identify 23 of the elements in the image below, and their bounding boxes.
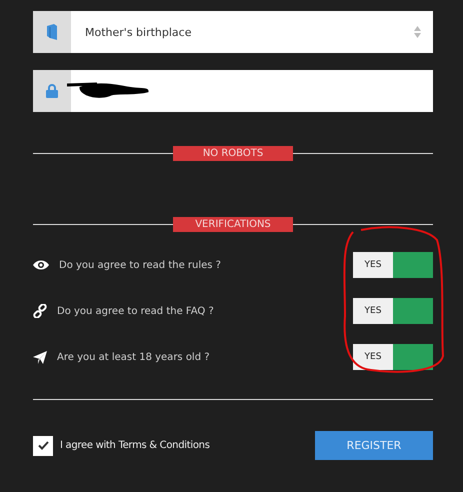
question-text: Do you agree to read the rules ? [59, 260, 222, 270]
toggle-label: YES [353, 344, 393, 370]
link-icon [33, 304, 47, 318]
question-text: Are you at least 18 years old ? [57, 352, 211, 362]
toggle-switch[interactable]: YES [353, 298, 433, 324]
paper-plane-icon [33, 350, 47, 364]
sort-arrows-icon [414, 26, 421, 38]
terms-label: I agree with Terms & Conditions [60, 440, 211, 451]
toggle-switch[interactable]: YES [353, 344, 433, 370]
toggle-label: YES [353, 252, 393, 278]
toggle-switch[interactable]: YES [353, 252, 433, 278]
terms-checkbox[interactable] [33, 436, 53, 456]
question-text: Do you agree to read the FAQ ? [57, 306, 215, 316]
section-label: NO ROBOTS [173, 146, 293, 161]
section-label: VERIFICATIONS [173, 217, 293, 232]
answer-field[interactable] [33, 70, 433, 112]
select-value: Mother's birthplace [85, 26, 192, 38]
toggle-label: YES [353, 298, 393, 324]
check-icon [38, 441, 48, 450]
eye-icon [33, 260, 49, 270]
security-question-select[interactable]: Mother's birthplace [33, 11, 433, 53]
book-icon [46, 24, 58, 40]
lock-icon [46, 84, 58, 98]
